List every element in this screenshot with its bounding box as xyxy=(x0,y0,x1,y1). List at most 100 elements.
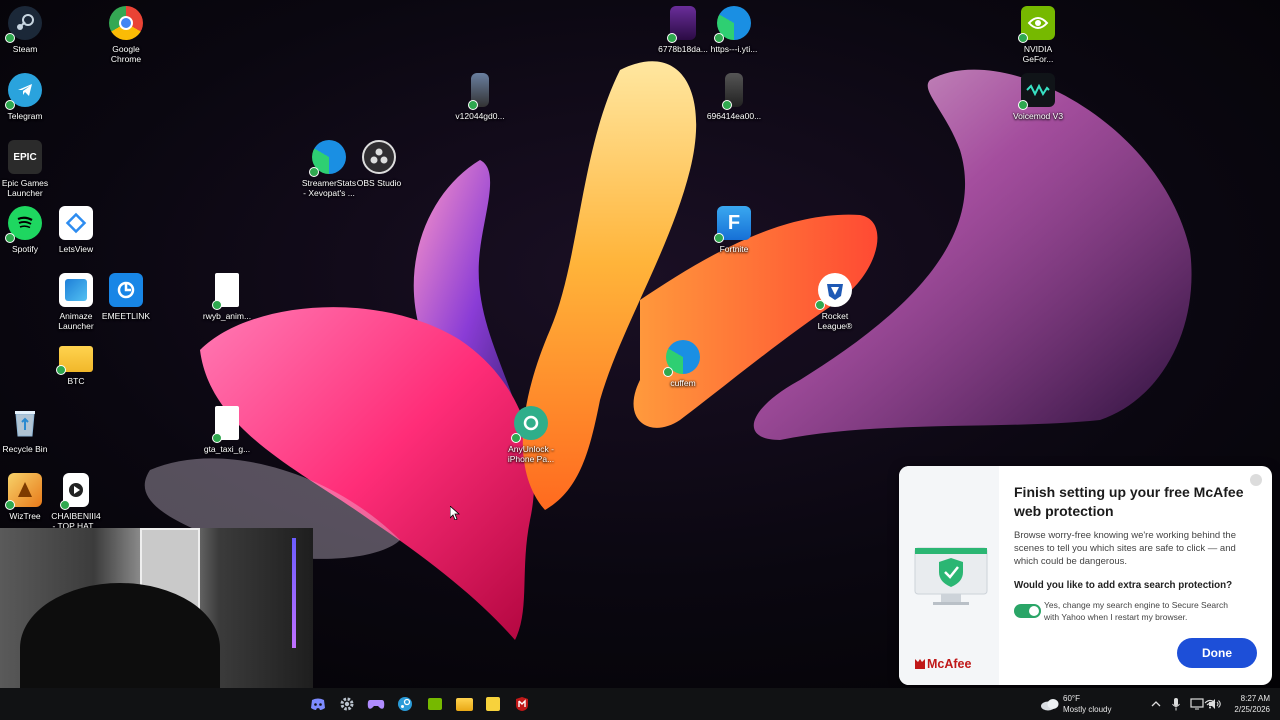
volume-icon[interactable] xyxy=(1205,694,1225,714)
icon-label: cuffem xyxy=(670,378,696,388)
search-protection-toggle[interactable] xyxy=(1014,604,1041,618)
icon-label: Steam xyxy=(12,44,38,54)
sync-check-icon xyxy=(815,300,825,310)
telegram-icon xyxy=(5,73,42,110)
desktop-icon-696414ea00[interactable]: 696414ea00... xyxy=(703,73,765,121)
file-explorer-icon[interactable] xyxy=(454,694,474,714)
toggle-label: Yes, change my search engine to Secure S… xyxy=(1044,600,1228,622)
desktop-icon-anyunlock[interactable]: AnyUnlock - iPhone Pa... xyxy=(500,406,562,464)
desktop-icon-v12044gd0[interactable]: v12044gd0... xyxy=(449,73,511,121)
desktop-icon-telegram[interactable]: Telegram xyxy=(0,73,56,121)
desktop-icon-btc-folder[interactable]: BTC xyxy=(45,340,107,386)
sync-check-icon xyxy=(5,100,15,110)
icon-label: 6778b18da... xyxy=(658,44,708,54)
sync-check-icon xyxy=(1018,100,1028,110)
icon-label: Rocket League® xyxy=(817,311,853,331)
popup-question: Would you like to add extra search prote… xyxy=(1014,580,1233,591)
mcafee-icon[interactable] xyxy=(512,694,532,714)
mcafee-brand-text: McAfee xyxy=(927,657,972,671)
icon-label: 696414ea00... xyxy=(706,111,762,121)
desktop-icon-obs-studio[interactable]: OBS Studio xyxy=(348,140,410,188)
desktop-icon-nvidia-geforce[interactable]: NVIDIA GeFor... xyxy=(1007,6,1069,64)
icon-label: Spotify xyxy=(12,244,38,254)
sync-check-icon xyxy=(714,233,724,243)
sync-check-icon xyxy=(663,367,673,377)
clock-date: 2/25/2026 xyxy=(1234,705,1270,714)
desktop-icon-chaibeniii4-video[interactable]: CHAIBENIII4 - TOP HAT... xyxy=(45,473,107,531)
clock-time: 8:27 AM xyxy=(1240,694,1270,703)
spotify-icon xyxy=(5,206,42,243)
sync-check-icon xyxy=(468,100,478,110)
cloudy-icon xyxy=(1041,699,1059,711)
epic-glyph: EPIC xyxy=(13,151,37,163)
sync-check-icon xyxy=(511,433,521,443)
obs-icon xyxy=(362,140,396,174)
icon-label: Fortnite xyxy=(719,244,749,254)
epic-games-icon: EPIC xyxy=(8,140,42,174)
icon-label: Animaze Launcher xyxy=(58,311,94,331)
sync-check-icon xyxy=(667,33,677,43)
webcam-light-strip xyxy=(292,538,296,648)
done-button[interactable]: Done xyxy=(1177,638,1257,668)
sync-check-icon xyxy=(212,300,222,310)
desktop-icon-recycle-bin[interactable]: Recycle Bin xyxy=(0,406,56,454)
icon-label: BTC xyxy=(67,376,85,386)
icon-label: rwyb_anim... xyxy=(202,311,252,321)
mcafee-brand: McAfee xyxy=(915,657,971,671)
monitor-shield-icon xyxy=(914,547,988,605)
sync-check-icon xyxy=(5,233,15,243)
weather-temp: 60°F xyxy=(1063,694,1080,703)
steam-icon xyxy=(5,6,42,43)
icon-label: Recycle Bin xyxy=(2,444,48,454)
clock[interactable]: 8:27 AM 2/25/2026 xyxy=(1224,692,1274,716)
desktop-icon-cuffem[interactable]: cuffem xyxy=(652,340,714,388)
icon-label: NVIDIA GeFor... xyxy=(1022,44,1054,64)
chevron-up-icon[interactable] xyxy=(1146,694,1166,714)
popup-body: Browse worry-free knowing we're working … xyxy=(1014,530,1236,567)
xbox-icon[interactable] xyxy=(366,694,386,714)
icon-label: Epic Games Launcher xyxy=(1,178,49,198)
sync-check-icon xyxy=(56,365,66,375)
sticky-notes-icon[interactable] xyxy=(483,694,503,714)
sync-check-icon xyxy=(60,500,70,510)
desktop-icon-fortnite[interactable]: F Fortnite xyxy=(703,206,765,254)
desktop-icon-gta-taxi-file[interactable]: gta_taxi_g... xyxy=(196,406,258,454)
sync-check-icon xyxy=(5,33,15,43)
webcam-overlay xyxy=(0,528,313,688)
emeetlink-icon xyxy=(109,273,143,307)
desktop-icon-rocket-league[interactable]: Rocket League® xyxy=(804,273,866,331)
discord-icon[interactable] xyxy=(308,694,328,714)
icon-label: Telegram xyxy=(7,111,43,121)
desktop-icon-emeetlink[interactable]: EMEETLINK xyxy=(95,273,157,321)
sync-check-icon xyxy=(309,167,319,177)
desktop-icon-voicemod[interactable]: Voicemod V3 xyxy=(1007,73,1069,121)
wiztree-icon xyxy=(5,473,42,510)
nvidia-icon[interactable] xyxy=(425,694,445,714)
mouse-cursor xyxy=(450,506,460,520)
icon-label: Voicemod V3 xyxy=(1012,111,1064,121)
mcafee-illustration-pane: McAfee xyxy=(899,466,999,685)
desktop-icon-steam[interactable]: Steam xyxy=(0,6,56,54)
sync-check-icon xyxy=(212,433,222,443)
settings-icon[interactable] xyxy=(337,694,357,714)
image-file-icon xyxy=(722,73,743,110)
steam-icon[interactable] xyxy=(395,694,415,714)
icon-label: Google Chrome xyxy=(110,44,142,64)
microphone-icon[interactable] xyxy=(1166,694,1186,714)
animaze-icon xyxy=(59,273,93,307)
weather-widget[interactable]: 60°F Mostly cloudy xyxy=(1040,692,1120,716)
anyunlock-icon xyxy=(511,406,548,443)
folder-icon xyxy=(56,346,93,375)
sync-check-icon xyxy=(714,33,724,43)
desktop-icon-letsview[interactable]: LetsView xyxy=(45,206,107,254)
desktop-icon-rwyb-file[interactable]: rwyb_anim... xyxy=(196,273,258,321)
desktop-icon-yti-link[interactable]: https---i.yti... xyxy=(703,6,765,54)
chrome-icon xyxy=(109,6,143,40)
taskbar: 60°F Mostly cloudy 8:27 AM 2/25/2026 xyxy=(0,688,1280,720)
desktop-icon-chrome[interactable]: Google Chrome xyxy=(95,6,157,64)
edge-icon xyxy=(714,6,751,43)
mcafee-popup: McAfee Finish setting up your free McAfe… xyxy=(899,466,1272,685)
rocket-league-icon xyxy=(815,273,852,310)
letsview-icon xyxy=(59,206,93,240)
desktop-icon-epic-games[interactable]: EPIC Epic Games Launcher xyxy=(0,140,56,198)
